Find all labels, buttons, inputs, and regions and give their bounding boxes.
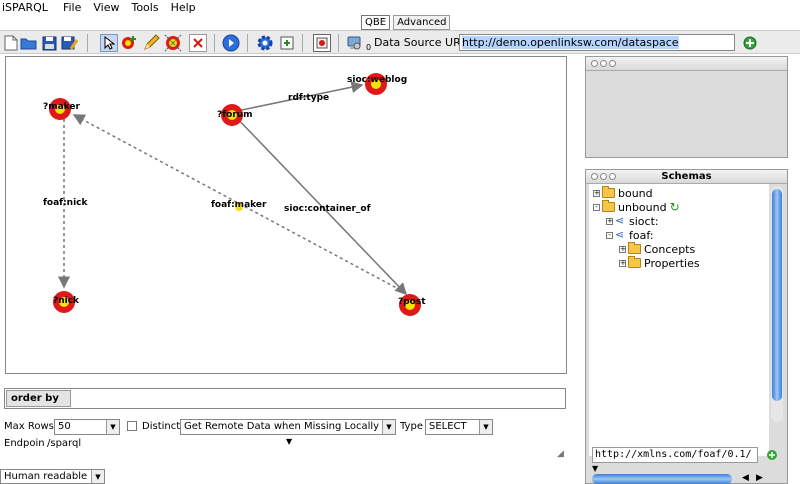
tree-item-foaf[interactable]: - ⋖ foaf: — [606, 228, 654, 242]
window-controls[interactable] — [591, 60, 616, 67]
expand-icon: + — [619, 258, 626, 267]
scroll-left-icon[interactable]: ◀ — [742, 473, 749, 483]
select-arrow-icon[interactable] — [100, 34, 118, 52]
folder-icon — [628, 242, 641, 254]
node-nick[interactable]: ?nick — [53, 291, 80, 313]
edge-label-foaf-nick: foaf:nick — [43, 198, 89, 208]
schema-horizontal-scrollbar[interactable] — [592, 474, 732, 484]
order-by-button[interactable]: order by — [6, 390, 71, 407]
preview-panel — [585, 56, 788, 158]
svg-text:?maker: ?maker — [43, 102, 81, 112]
order-by-bar[interactable]: order by — [4, 388, 566, 409]
endpoint-dropdown-icon[interactable]: ▼ — [286, 434, 292, 450]
node-post[interactable]: ?post — [398, 294, 426, 316]
output-format-select[interactable]: Human readable ▼ — [0, 469, 105, 484]
tree-item-bound[interactable]: + bound — [593, 186, 653, 200]
menu-file[interactable]: File — [60, 1, 90, 14]
data-source-icon — [345, 34, 363, 52]
svg-text:?post: ?post — [398, 297, 426, 307]
query-type-select[interactable]: SELECT ▼ — [425, 419, 493, 435]
node-weblog[interactable]: sioc:weblog — [347, 73, 407, 95]
tree-item-unbound[interactable]: - unbound ↻ — [593, 200, 680, 214]
menu-app[interactable]: iSPARQL — [0, 1, 60, 14]
endpoint-input[interactable]: /sparql — [45, 436, 283, 452]
new-file-icon[interactable] — [2, 34, 20, 52]
toolbar: 0 Data Source URI http://demo.openlinksw… — [0, 30, 800, 54]
max-rows-label: Max Rows — [4, 421, 54, 432]
refresh-icon[interactable]: ↻ — [670, 200, 680, 214]
collapse-icon: - — [593, 203, 600, 211]
schema-uri-dropdown-icon[interactable]: ▼ — [592, 464, 598, 473]
pencil-icon[interactable] — [142, 34, 160, 52]
add-data-source-icon[interactable] — [741, 34, 759, 52]
edge-label-rdf-type: rdf:type — [288, 93, 329, 103]
folder-icon — [628, 256, 641, 268]
save-as-icon[interactable] — [60, 34, 78, 52]
data-source-uri-input[interactable]: http://demo.openlinksw.com/dataspace — [459, 34, 735, 51]
settings-gear-icon[interactable] — [256, 34, 274, 52]
folder-icon — [602, 186, 615, 198]
edge-label-container-of: sioc:container_of — [284, 204, 371, 214]
add-node-icon[interactable] — [120, 34, 138, 52]
load-file-icon[interactable] — [278, 34, 296, 52]
query-canvas[interactable]: rdf:type sioc:container_of foaf:maker fo… — [5, 56, 567, 374]
mode-tabs: QBE Advanced — [361, 15, 453, 30]
expand-icon: + — [619, 244, 626, 253]
svg-text:?nick: ?nick — [53, 296, 80, 306]
preview-panel-titlebar[interactable] — [586, 57, 787, 71]
menu-help[interactable]: Help — [168, 1, 205, 14]
node-maker[interactable]: ?maker — [43, 98, 81, 120]
distinct-label: Distinct — [142, 421, 181, 432]
schemas-title: Schemas — [661, 171, 712, 182]
menu-tools[interactable]: Tools — [128, 1, 167, 14]
endpoint-label: Endpoint — [4, 438, 49, 449]
results-window-icon[interactable] — [313, 34, 331, 52]
open-folder-icon[interactable] — [20, 34, 38, 52]
svg-text:sioc:weblog: sioc:weblog — [347, 75, 407, 85]
chevron-down-icon: ▼ — [91, 470, 104, 483]
remote-data-select[interactable]: Get Remote Data when Missing Locally ▼ — [180, 419, 396, 435]
menu-view[interactable]: View — [90, 1, 128, 14]
edge-label-foaf-maker: foaf:maker — [211, 200, 267, 210]
type-label: Type — [400, 421, 423, 432]
svg-text:?forum: ?forum — [217, 110, 253, 120]
schema-tree: + bound - unbound ↻ + ⋖ sioct: - ⋖ foaf: + Conc… — [589, 184, 769, 456]
scroll-thumb[interactable] — [772, 189, 782, 401]
expand-icon: + — [593, 188, 600, 197]
chevron-down-icon: ▼ — [106, 420, 119, 434]
add-schema-icon[interactable] — [766, 449, 778, 464]
namespace-icon: ⋖ — [615, 214, 625, 227]
resize-grip-icon[interactable]: ◢ — [557, 449, 564, 459]
run-query-icon[interactable] — [222, 34, 240, 52]
node-forum[interactable]: ?forum — [217, 104, 253, 126]
data-source-label: Data Source URI — [374, 36, 464, 49]
group-nodes-icon[interactable] — [164, 34, 182, 52]
scroll-right-icon[interactable]: ▶ — [756, 473, 763, 483]
folder-open-icon — [602, 200, 615, 212]
collapse-icon: - — [606, 231, 613, 239]
menu-bar: iSPARQL File View Tools Help — [0, 0, 800, 15]
chevron-down-icon: ▼ — [382, 420, 395, 434]
tree-item-sioct[interactable]: + ⋖ sioct: — [606, 214, 659, 228]
max-rows-select[interactable]: 50 ▼ — [54, 419, 120, 435]
tree-item-properties[interactable]: + Properties — [619, 256, 700, 270]
schemas-panel: Schemas + bound - unbound ↻ + ⋖ sioct: - ⋖ foa… — [585, 169, 788, 484]
namespace-icon: ⋖ — [615, 228, 625, 241]
schema-vertical-scrollbar[interactable] — [771, 186, 783, 422]
tree-item-concepts[interactable]: + Concepts — [619, 242, 695, 256]
schema-uri-input[interactable]: http://xmlns.com/foaf/0.1/ — [592, 447, 758, 463]
delete-icon[interactable] — [189, 34, 207, 52]
chevron-down-icon: ▼ — [479, 420, 492, 434]
distinct-checkbox[interactable] — [127, 421, 137, 431]
expand-icon: + — [606, 216, 613, 225]
tab-qbe[interactable]: QBE — [361, 15, 391, 30]
schemas-titlebar[interactable]: Schemas — [586, 170, 787, 184]
save-icon[interactable] — [40, 34, 58, 52]
tab-advanced[interactable]: Advanced — [393, 15, 451, 30]
data-source-sub: 0 — [366, 43, 372, 52]
